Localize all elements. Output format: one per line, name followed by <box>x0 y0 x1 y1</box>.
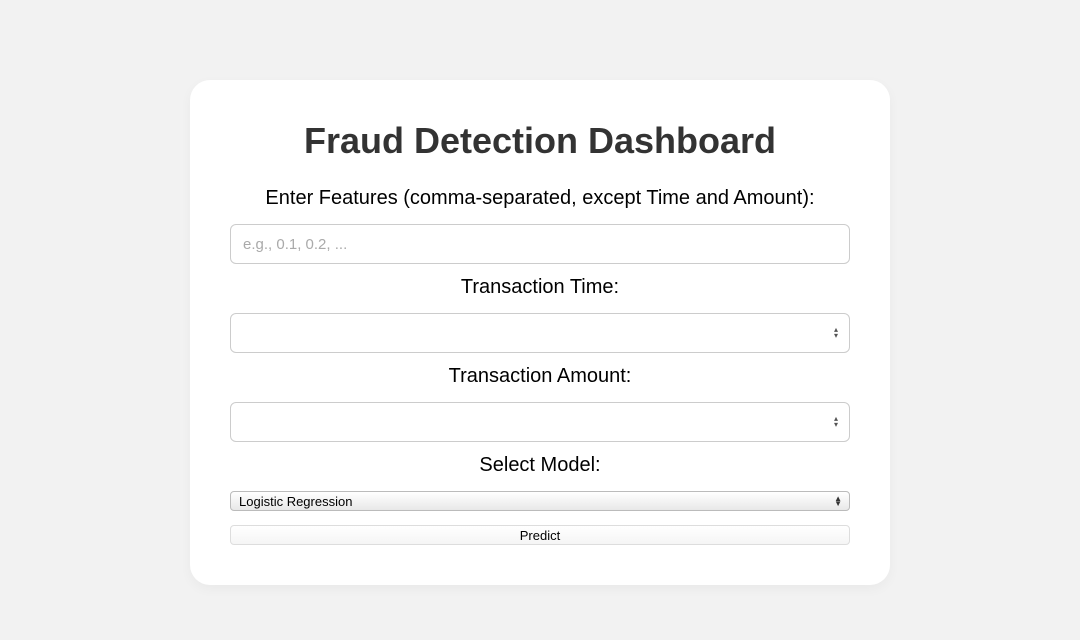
time-input-wrapper: ▴▾ <box>230 313 850 353</box>
dashboard-card: Fraud Detection Dashboard Enter Features… <box>190 80 890 585</box>
model-select-wrapper: Logistic Regression ▲▼ <box>230 491 850 511</box>
features-group: Enter Features (comma-separated, except … <box>230 187 850 264</box>
model-select[interactable]: Logistic Regression <box>230 491 850 511</box>
amount-input-wrapper: ▴▾ <box>230 402 850 442</box>
page-title: Fraud Detection Dashboard <box>230 120 850 162</box>
predict-button[interactable]: Predict <box>230 525 850 545</box>
model-group: Select Model: Logistic Regression ▲▼ <box>230 454 850 511</box>
model-label: Select Model: <box>230 454 850 477</box>
time-input[interactable] <box>230 313 850 353</box>
amount-input[interactable] <box>230 402 850 442</box>
features-label: Enter Features (comma-separated, except … <box>230 187 850 210</box>
time-label: Transaction Time: <box>230 276 850 299</box>
amount-group: Transaction Amount: ▴▾ <box>230 365 850 442</box>
amount-label: Transaction Amount: <box>230 365 850 388</box>
features-input[interactable] <box>230 224 850 264</box>
time-group: Transaction Time: ▴▾ <box>230 276 850 353</box>
